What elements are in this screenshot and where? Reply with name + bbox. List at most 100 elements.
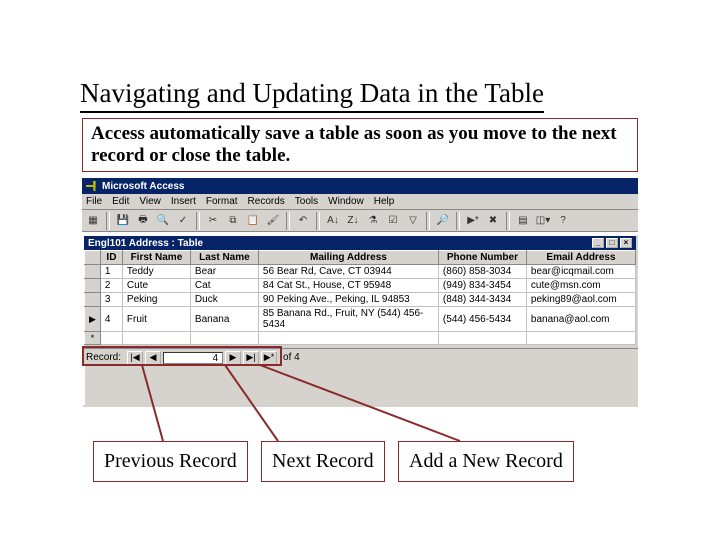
spell-icon[interactable]: ✓ — [174, 212, 192, 230]
cell-addr[interactable]: 85 Banana Rd., Fruit, NY (544) 456-5434 — [258, 307, 438, 332]
cell-first[interactable]: Cute — [122, 279, 190, 293]
cell-last[interactable]: Cat — [190, 279, 258, 293]
cell-first[interactable] — [122, 332, 190, 345]
nav-total: of 4 — [283, 352, 300, 363]
row-selector[interactable] — [85, 279, 101, 293]
cell-id[interactable]: 1 — [100, 265, 122, 279]
menu-tools[interactable]: Tools — [295, 196, 318, 207]
cell-email[interactable]: cute@msn.com — [526, 279, 635, 293]
header-row: ID First Name Last Name Mailing Address … — [85, 251, 636, 265]
row-selector-new[interactable]: * — [85, 332, 101, 345]
row-selector[interactable] — [85, 265, 101, 279]
toolbar: ▦ 💾 🖶 🔍 ✓ ✂ ⧉ 📋 🖌 ↶ A↓ Z↓ ⚗ ☑ ▽ 🔎 ▶* ✖ ▤… — [82, 210, 638, 232]
toolbar-sep — [286, 212, 290, 230]
cell-phone[interactable]: (544) 456-5434 — [438, 307, 526, 332]
cell-first[interactable]: Peking — [122, 293, 190, 307]
save-icon[interactable]: 💾 — [114, 212, 132, 230]
cell-last[interactable]: Bear — [190, 265, 258, 279]
nav-highlight-outline — [82, 346, 282, 366]
maximize-button[interactable]: □ — [606, 238, 618, 248]
apply-filter-icon[interactable]: ▽ — [404, 212, 422, 230]
table-row[interactable]: 2 Cute Cat 84 Cat St., House, CT 95948 (… — [85, 279, 636, 293]
cut-icon[interactable]: ✂ — [204, 212, 222, 230]
table-row-new[interactable]: * — [85, 332, 636, 345]
format-painter-icon[interactable]: 🖌 — [264, 212, 282, 230]
col-id[interactable]: ID — [100, 251, 122, 265]
new-object-icon[interactable]: ◫▾ — [534, 212, 552, 230]
subtitle-box: Access automatically save a table as soo… — [82, 118, 638, 172]
toolbar-sep — [106, 212, 110, 230]
menu-records[interactable]: Records — [248, 196, 285, 207]
delete-record-icon[interactable]: ✖ — [484, 212, 502, 230]
cell-addr[interactable]: 56 Bear Rd, Cave, CT 03944 — [258, 265, 438, 279]
cell-phone[interactable] — [438, 332, 526, 345]
cell-phone[interactable]: (860) 858-3034 — [438, 265, 526, 279]
close-button[interactable]: × — [620, 238, 632, 248]
toolbar-sep — [316, 212, 320, 230]
row-selector[interactable] — [85, 293, 101, 307]
cell-email[interactable] — [526, 332, 635, 345]
col-first-name[interactable]: First Name — [122, 251, 190, 265]
filter-form-icon[interactable]: ☑ — [384, 212, 402, 230]
menu-insert[interactable]: Insert — [171, 196, 196, 207]
preview-icon[interactable]: 🔍 — [154, 212, 172, 230]
data-grid[interactable]: ID First Name Last Name Mailing Address … — [84, 250, 636, 405]
window-buttons: _ □ × — [592, 238, 632, 248]
copy-icon[interactable]: ⧉ — [224, 212, 242, 230]
cell-addr[interactable]: 84 Cat St., House, CT 95948 — [258, 279, 438, 293]
new-record-icon[interactable]: ▶* — [464, 212, 482, 230]
cell-first[interactable]: Teddy — [122, 265, 190, 279]
cell-email[interactable]: bear@icqmail.com — [526, 265, 635, 279]
cell-addr[interactable]: 90 Peking Ave., Peking, IL 94853 — [258, 293, 438, 307]
menu-help[interactable]: Help — [374, 196, 395, 207]
app-titlebar: Microsoft Access — [82, 178, 638, 194]
print-icon[interactable]: 🖶 — [134, 212, 152, 230]
menu-format[interactable]: Format — [206, 196, 238, 207]
cell-phone[interactable]: (848) 344-3434 — [438, 293, 526, 307]
cell-last[interactable]: Banana — [190, 307, 258, 332]
cell-email[interactable]: banana@aol.com — [526, 307, 635, 332]
app-title: Microsoft Access — [102, 181, 184, 192]
cell-phone[interactable]: (949) 834-3454 — [438, 279, 526, 293]
help-icon[interactable]: ? — [554, 212, 572, 230]
label-previous-record: Previous Record — [93, 441, 248, 482]
cell-id[interactable] — [100, 332, 122, 345]
page-title: Navigating and Updating Data in the Tabl… — [80, 78, 544, 113]
table-row[interactable]: 1 Teddy Bear 56 Bear Rd, Cave, CT 03944 … — [85, 265, 636, 279]
col-email[interactable]: Email Address — [526, 251, 635, 265]
toolbar-sep — [456, 212, 460, 230]
cell-last[interactable] — [190, 332, 258, 345]
cell-id[interactable]: 4 — [100, 307, 122, 332]
label-next-record: Next Record — [261, 441, 385, 482]
col-mailing[interactable]: Mailing Address — [258, 251, 438, 265]
label-add-new-record: Add a New Record — [398, 441, 574, 482]
col-phone[interactable]: Phone Number — [438, 251, 526, 265]
table-title: Engl101 Address : Table — [88, 238, 203, 249]
cell-id[interactable]: 3 — [100, 293, 122, 307]
row-selector-current[interactable]: ▶ — [85, 307, 101, 332]
menu-file[interactable]: File — [86, 196, 102, 207]
undo-icon[interactable]: ↶ — [294, 212, 312, 230]
table-titlebar: Engl101 Address : Table _ □ × — [84, 236, 636, 250]
cell-email[interactable]: peking89@aol.com — [526, 293, 635, 307]
menu-edit[interactable]: Edit — [112, 196, 129, 207]
paste-icon[interactable]: 📋 — [244, 212, 262, 230]
col-rowhead[interactable] — [85, 251, 101, 265]
cell-addr[interactable] — [258, 332, 438, 345]
filter-selection-icon[interactable]: ⚗ — [364, 212, 382, 230]
menu-view[interactable]: View — [139, 196, 161, 207]
cell-first[interactable]: Fruit — [122, 307, 190, 332]
minimize-button[interactable]: _ — [592, 238, 604, 248]
menu-window[interactable]: Window — [328, 196, 364, 207]
toolbar-view-icon[interactable]: ▦ — [84, 212, 102, 230]
col-last-name[interactable]: Last Name — [190, 251, 258, 265]
sort-asc-icon[interactable]: A↓ — [324, 212, 342, 230]
db-window-icon[interactable]: ▤ — [514, 212, 532, 230]
table-child-window: Engl101 Address : Table _ □ × ID First N… — [82, 234, 638, 407]
find-icon[interactable]: 🔎 — [434, 212, 452, 230]
table-row[interactable]: 3 Peking Duck 90 Peking Ave., Peking, IL… — [85, 293, 636, 307]
sort-desc-icon[interactable]: Z↓ — [344, 212, 362, 230]
cell-id[interactable]: 2 — [100, 279, 122, 293]
cell-last[interactable]: Duck — [190, 293, 258, 307]
table-row[interactable]: ▶ 4 Fruit Banana 85 Banana Rd., Fruit, N… — [85, 307, 636, 332]
